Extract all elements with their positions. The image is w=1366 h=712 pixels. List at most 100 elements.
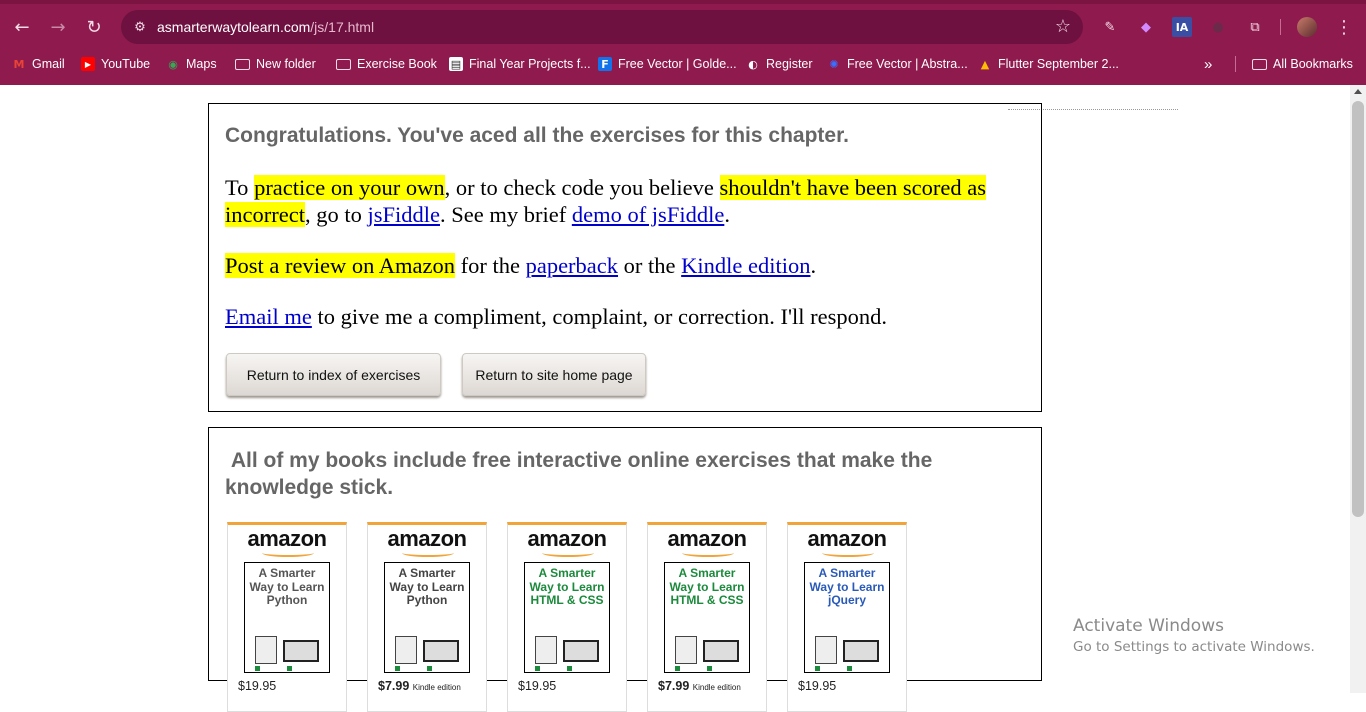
book-title: A Smarter Way to Learn HTML & CSS: [669, 566, 745, 607]
url-text[interactable]: asmarterwaytolearn.com/js/17.html: [157, 19, 374, 35]
scroll-up-arrow-icon[interactable]: [1354, 89, 1362, 94]
amazon-smile-icon: [402, 549, 454, 557]
bookmark-label: All Bookmarks: [1273, 57, 1353, 71]
bookmark-label: New folder: [256, 57, 316, 71]
cover-stripe: [535, 666, 599, 671]
amazon-smile-icon: [542, 549, 594, 557]
book-cover[interactable]: A Smarter Way to Learn Python: [244, 562, 330, 673]
ia-extension-icon[interactable]: IA: [1172, 17, 1192, 37]
book-cover[interactable]: A Smarter Way to Learn HTML & CSS: [524, 562, 610, 673]
devices-icon: [535, 634, 599, 664]
bookmark-free-vector-golden[interactable]: F Free Vector | Golde...: [598, 52, 737, 76]
eyedropper-extension-icon[interactable]: ✎: [1100, 17, 1120, 37]
text: . See my brief: [439, 202, 572, 227]
browser-toolbar: ← → ↻ ⚙ asmarterwaytolearn.com/js/17.htm…: [0, 8, 1366, 46]
url-host: asmarterwaytolearn.com: [157, 19, 311, 35]
bookmark-maps[interactable]: ◉ Maps: [166, 52, 216, 76]
vertical-scrollbar[interactable]: [1350, 85, 1366, 693]
price-value: $19.95: [518, 679, 557, 693]
review-paragraph: Post a review on Amazon for the paperbac…: [225, 252, 1025, 279]
vector-site-icon: ✺: [829, 57, 839, 71]
extension-icon[interactable]: ◆: [1136, 17, 1156, 37]
reload-icon: ↻: [86, 16, 102, 38]
freepik-icon: F: [598, 57, 612, 71]
toolbar-separator: [1280, 19, 1281, 35]
forward-button[interactable]: →: [44, 13, 72, 41]
book-cover[interactable]: A Smarter Way to Learn HTML & CSS: [664, 562, 750, 673]
text: , or to check code you believe: [444, 175, 720, 200]
site-info-icon[interactable]: ⚙: [131, 18, 149, 36]
folder-icon: [1252, 58, 1267, 70]
books-heading: All of my books include free interactive…: [225, 447, 1035, 501]
bookmark-free-vector-abstract[interactable]: ✺ Free Vector | Abstra...: [827, 52, 967, 76]
google-drive-icon: ▲: [980, 57, 990, 71]
highlight-text: Post a review on Amazon: [225, 253, 455, 278]
gmail-icon: M: [13, 57, 25, 71]
bookmark-label: Final Year Projects f...: [469, 57, 591, 71]
bookmark-youtube[interactable]: ▶ YouTube: [81, 52, 150, 76]
scroll-thumb[interactable]: [1352, 101, 1364, 517]
book-title: A Smarter Way to Learn Python: [249, 566, 325, 607]
address-bar[interactable]: ⚙ asmarterwaytolearn.com/js/17.html ☆: [121, 10, 1083, 44]
bookmark-label: Free Vector | Golde...: [618, 57, 737, 71]
extensions-puzzle-icon[interactable]: ⧉: [1245, 17, 1265, 37]
cover-stripe: [815, 666, 879, 671]
extension-dark-icon[interactable]: ●: [1208, 17, 1228, 37]
folder-icon: [235, 58, 250, 70]
maps-icon: ◉: [168, 57, 178, 71]
site-favicon-icon: ▤: [449, 57, 463, 71]
return-to-index-button[interactable]: Return to index of exercises: [226, 353, 441, 396]
book-card-python-paperback[interactable]: amazon A Smarter Way to Learn Python $19…: [227, 522, 347, 712]
practice-paragraph: To practice on your own, or to check cod…: [225, 174, 1025, 228]
reload-button[interactable]: ↻: [80, 13, 108, 41]
paperback-link[interactable]: paperback: [526, 253, 618, 278]
text: for the: [454, 253, 526, 278]
bookmarks-bar: M Gmail ▶ YouTube ◉ Maps New folder Exercis…: [0, 52, 1366, 76]
book-card-python-kindle[interactable]: amazon A Smarter Way to Learn Python $7.…: [367, 522, 487, 712]
devices-icon: [815, 634, 879, 664]
browser-chrome: ← → ↻ ⚙ asmarterwaytolearn.com/js/17.htm…: [0, 0, 1366, 85]
demo-jsfiddle-link[interactable]: demo of jsFiddle: [572, 202, 725, 227]
bookmark-label: Exercise Book: [357, 57, 437, 71]
email-me-link[interactable]: Email me: [225, 304, 312, 329]
books-heading-text: All of my books include free interactive…: [225, 449, 933, 499]
bookmark-new-folder[interactable]: New folder: [235, 52, 316, 76]
book-card-htmlcss-paperback[interactable]: amazon A Smarter Way to Learn HTML & CSS…: [507, 522, 627, 712]
book-price: $7.99 Kindle edition: [378, 679, 461, 693]
bookmark-exercise-book[interactable]: Exercise Book: [336, 52, 437, 76]
devices-icon: [675, 634, 739, 664]
price-value: $7.99: [378, 679, 410, 693]
bookmark-star-icon[interactable]: ☆: [1055, 16, 1071, 37]
book-card-htmlcss-kindle[interactable]: amazon A Smarter Way to Learn HTML & CSS…: [647, 522, 767, 712]
browser-menu-icon[interactable]: ⋮: [1334, 17, 1354, 38]
all-bookmarks-button[interactable]: All Bookmarks: [1252, 52, 1353, 76]
bookmark-label: Gmail: [32, 57, 65, 71]
more-bookmarks-button[interactable]: »: [1204, 52, 1212, 76]
book-card-jquery-paperback[interactable]: amazon A Smarter Way to Learn jQuery $19…: [787, 522, 907, 712]
kindle-edition-link[interactable]: Kindle edition: [681, 253, 810, 278]
return-to-home-button[interactable]: Return to site home page: [462, 353, 646, 396]
bookmark-register[interactable]: ◐ Register: [746, 52, 813, 76]
folder-icon: [336, 58, 351, 70]
amazon-smile-icon: [822, 549, 874, 557]
text: , go to: [304, 202, 368, 227]
windows-activation-watermark: Activate Windows Go to Settings to activ…: [1073, 616, 1315, 655]
text: .: [724, 202, 730, 227]
email-paragraph: Email me to give me a compliment, compla…: [225, 303, 1025, 330]
globe-icon: ◐: [748, 57, 758, 71]
youtube-icon: ▶: [81, 57, 95, 71]
bookmark-gmail[interactable]: M Gmail: [12, 52, 65, 76]
book-price: $19.95: [238, 679, 276, 693]
congrats-panel: Congratulations. You've aced all the exe…: [208, 103, 1042, 412]
book-title: A Smarter Way to Learn jQuery: [809, 566, 885, 607]
bookmark-label: Register: [766, 57, 813, 71]
bookmark-final-year-projects[interactable]: ▤ Final Year Projects f...: [449, 52, 591, 76]
back-button[interactable]: ←: [8, 13, 36, 41]
bookmark-flutter-september[interactable]: ▲ Flutter September 2...: [978, 52, 1119, 76]
book-cover[interactable]: A Smarter Way to Learn Python: [384, 562, 470, 673]
book-cover[interactable]: A Smarter Way to Learn jQuery: [804, 562, 890, 673]
jsfiddle-link[interactable]: jsFiddle: [367, 202, 440, 227]
tab-strip: [0, 0, 1366, 4]
profile-avatar[interactable]: [1297, 17, 1317, 37]
cover-stripe: [675, 666, 739, 671]
